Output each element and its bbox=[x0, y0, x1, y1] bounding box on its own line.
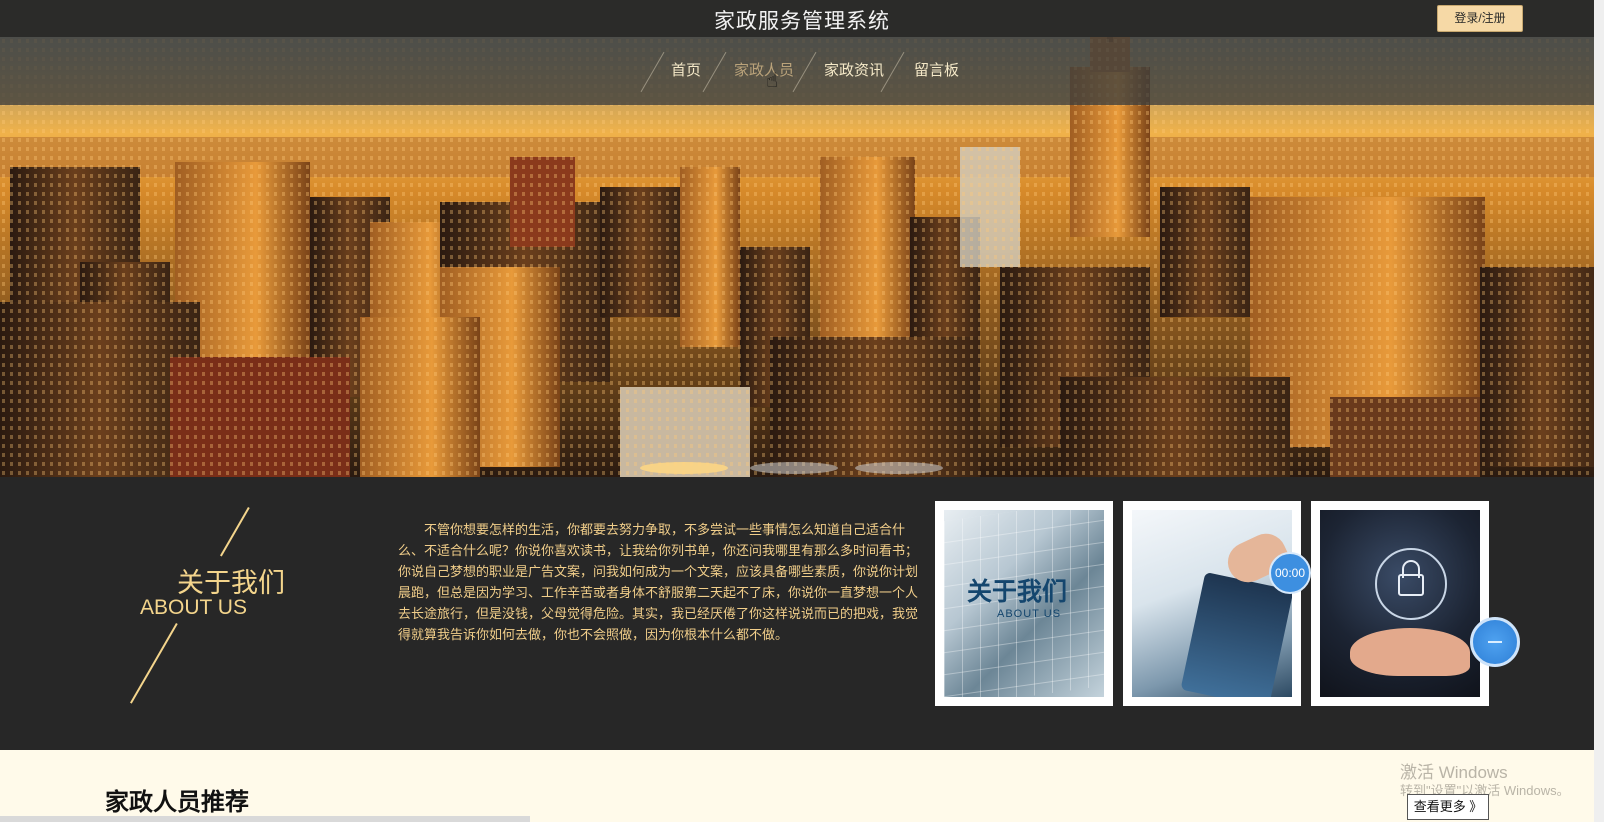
image-caption-en: ABOUT US bbox=[997, 608, 1062, 620]
hero-banner: 首页 家政人员 家政资讯 留言板 bbox=[0, 37, 1604, 477]
top-bar: 家政服务管理系统 登录/注册 bbox=[0, 0, 1604, 37]
site-title: 家政服务管理系统 bbox=[714, 10, 890, 33]
about-title-cn: 关于我们 bbox=[177, 568, 285, 598]
tablet-hand-image bbox=[1132, 510, 1292, 697]
about-title-en: ABOUT US bbox=[140, 596, 247, 619]
main-nav: 首页 家政人员 家政资讯 留言板 bbox=[0, 37, 1604, 105]
floating-assistant-button[interactable] bbox=[1470, 617, 1520, 667]
nav-separator bbox=[702, 51, 727, 93]
carousel-dot[interactable] bbox=[750, 462, 838, 474]
page: 家政服务管理系统 登录/注册 首页 家政人员 家政资讯 留言板 ☝ 关于我们 A… bbox=[0, 0, 1604, 822]
nav-separator bbox=[640, 51, 665, 93]
login-register-button[interactable]: 登录/注册 bbox=[1437, 5, 1523, 32]
nav-separator bbox=[792, 51, 817, 93]
vertical-scrollbar[interactable] bbox=[1594, 0, 1604, 822]
carousel-dot[interactable] bbox=[640, 462, 728, 474]
nav-item-staff[interactable]: 家政人员 bbox=[734, 59, 794, 80]
nav-item-message-board[interactable]: 留言板 bbox=[914, 59, 959, 80]
decorative-slash bbox=[220, 507, 250, 557]
image-caption-cn: 关于我们 bbox=[967, 578, 1068, 606]
about-image-3[interactable] bbox=[1311, 501, 1489, 706]
nav-item-news[interactable]: 家政资讯 bbox=[824, 59, 884, 80]
about-image-2[interactable] bbox=[1123, 501, 1301, 706]
about-section: 关于我们 ABOUT US 不管你想要怎样的生活，你都要去努力争取，不多尝试一些… bbox=[0, 477, 1604, 750]
nav-item-home[interactable]: 首页 bbox=[671, 59, 701, 80]
horizontal-scrollbar[interactable] bbox=[0, 816, 530, 822]
recording-timer-badge[interactable]: 00:00 bbox=[1269, 552, 1311, 594]
mouse-cursor-icon: ☝ bbox=[766, 70, 779, 92]
about-image-1[interactable]: 关于我们 ABOUT US bbox=[935, 501, 1113, 706]
building-image: 关于我们 ABOUT US bbox=[944, 510, 1104, 697]
decorative-slash bbox=[130, 623, 178, 704]
carousel-dot[interactable] bbox=[855, 462, 943, 474]
view-more-button[interactable]: 查看更多 》 bbox=[1407, 794, 1489, 820]
about-description: 不管你想要怎样的生活，你都要去努力争取，不多尝试一些事情怎么知道自己适合什么、不… bbox=[398, 522, 919, 642]
nav-separator bbox=[880, 51, 905, 93]
lock-hand-image bbox=[1320, 510, 1480, 697]
recommend-section-title: 家政人员推荐 bbox=[105, 789, 249, 816]
